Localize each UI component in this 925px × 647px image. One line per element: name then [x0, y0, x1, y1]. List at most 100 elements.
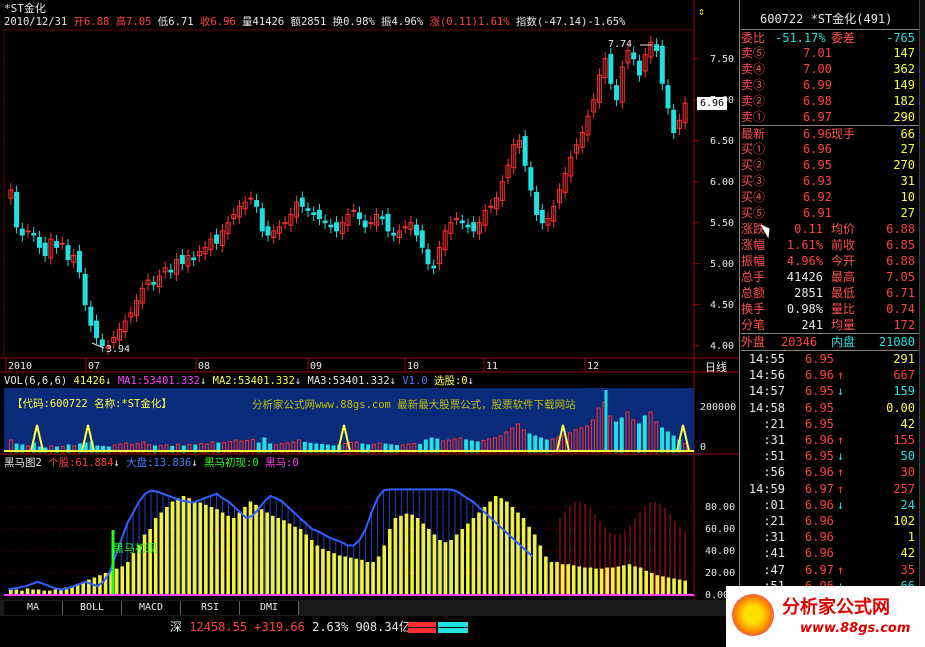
- stock-strength-bar: [348, 557, 353, 595]
- vol-ma3: MA3:53401.332: [307, 375, 390, 387]
- outer-label: 外盘: [741, 335, 766, 349]
- candle-body: [65, 245, 71, 261]
- inner-label: 内盘: [831, 335, 856, 349]
- ask-row[interactable]: 卖① 6.97 290: [741, 109, 919, 125]
- bid-row[interactable]: 买③ 6.93 31: [741, 173, 919, 189]
- candle-body: [459, 220, 465, 224]
- tick-row[interactable]: :31 6.96 1: [741, 529, 919, 545]
- tab-ma[interactable]: MA: [4, 601, 63, 615]
- stock-strength-bar: [466, 523, 470, 595]
- vol-ma1: MA1:53401.332: [117, 375, 200, 387]
- tick-time: :21: [763, 514, 785, 528]
- stock-strength-bar: [332, 553, 336, 595]
- stock-strength-bar: [549, 562, 554, 595]
- stock-strength-bar: [583, 567, 587, 595]
- stat-row[interactable]: 涨幅 1.61% 前收 6.85: [741, 237, 919, 253]
- candle-body: [431, 265, 437, 269]
- price-axis-label: 5.00: [710, 258, 735, 270]
- tick-row[interactable]: :31 6.96 ↑ 155: [741, 432, 919, 448]
- pin-icon[interactable]: ⇕: [698, 6, 710, 18]
- tick-row[interactable]: :41 6.96 42: [741, 545, 919, 561]
- tick-row[interactable]: :21 6.95 42: [741, 416, 919, 432]
- candle-body: [168, 269, 174, 273]
- bid-label: 买③: [741, 174, 766, 188]
- vol-axis-zero: 0: [700, 442, 707, 453]
- chart-canvas[interactable]: [0, 0, 740, 600]
- stock-strength-bar: [443, 542, 448, 595]
- stock-strength-bar: [376, 556, 381, 595]
- stat-row[interactable]: 总额 2851 最低 6.71: [741, 285, 919, 301]
- tick-price: 6.96: [805, 497, 834, 512]
- bid-price: 6.95: [803, 158, 832, 172]
- stock-strength-bar: [159, 512, 164, 595]
- candle-body: [259, 208, 265, 232]
- volume-bar: [613, 421, 618, 453]
- candle-body: [31, 232, 37, 236]
- stock-strength-bar: [309, 540, 314, 595]
- quote-scrollbar[interactable]: [919, 0, 925, 647]
- ask-row[interactable]: 卖② 6.98 182: [741, 93, 919, 109]
- ask-row[interactable]: 卖③ 6.99 149: [741, 77, 919, 93]
- stock-strength-bar: [287, 523, 292, 595]
- tab-boll[interactable]: BOLL: [63, 601, 122, 615]
- stock-strength-bar: [293, 526, 297, 595]
- stock-strength-bar: [153, 518, 158, 595]
- vol-xuangu: 选股:0: [433, 375, 468, 387]
- stock-strength-bar: [571, 565, 576, 595]
- stock-strength-bar: [321, 548, 325, 595]
- bid-row[interactable]: 买① 6.96 27: [741, 141, 919, 157]
- candle-body: [42, 242, 48, 256]
- candle-body: [665, 85, 671, 109]
- tick-row[interactable]: 14:56 6.96 ↑ 667: [741, 367, 919, 383]
- now-vol-value: 66: [900, 127, 915, 141]
- volume-bar: [665, 431, 670, 453]
- tick-row[interactable]: :51 6.95 ↓ 50: [741, 448, 919, 464]
- last-value: 6.96: [803, 127, 832, 141]
- bid-row[interactable]: 买④ 6.92 10: [741, 189, 919, 205]
- period-label[interactable]: 日线: [705, 361, 727, 374]
- tick-time: :31: [763, 433, 785, 447]
- stat-value: 6.71: [886, 286, 915, 300]
- stat-row[interactable]: 换手 0.98% 量比 0.74: [741, 301, 919, 317]
- stat-row[interactable]: 分笔 241 均量 172: [741, 317, 919, 333]
- candle-body: [471, 222, 477, 232]
- tick-time: :41: [763, 546, 785, 561]
- tick-row[interactable]: 14:57 6.95 ↓ 159: [741, 383, 919, 399]
- tab-dmi[interactable]: DMI: [240, 601, 299, 615]
- tick-row[interactable]: :56 6.96 ↑ 30: [741, 464, 919, 480]
- tick-row[interactable]: :47 6.97 ↑ 35: [741, 562, 919, 578]
- tick-direction-icon: ↑: [837, 481, 845, 496]
- stock-strength-bar: [672, 578, 676, 595]
- stat-row[interactable]: 振幅 4.96% 今开 6.88: [741, 253, 919, 269]
- tick-row[interactable]: 14:59 6.97 ↑ 257: [741, 481, 919, 497]
- bid-price: 6.91: [803, 206, 832, 220]
- ask-row[interactable]: 卖④ 7.00 362: [741, 61, 919, 77]
- candle-body: [391, 232, 397, 236]
- tick-row[interactable]: 14:58 6.95 0.00: [741, 400, 919, 416]
- ask-price: 6.99: [803, 78, 832, 92]
- stock-strength-bar: [605, 567, 609, 595]
- stock-strength-bar: [527, 526, 531, 595]
- candle-body: [254, 200, 260, 207]
- tab-macd[interactable]: MACD: [122, 601, 181, 615]
- tick-row[interactable]: :21 6.96 102: [741, 513, 919, 529]
- ask-row[interactable]: 卖⑤ 7.01 147: [741, 45, 919, 61]
- stock-strength-bar: [449, 540, 453, 595]
- bid-price: 6.93: [803, 174, 832, 188]
- tick-price: 6.96: [805, 530, 834, 545]
- tick-volume: 24: [900, 497, 915, 512]
- tick-row[interactable]: :01 6.96 ↓ 24: [741, 497, 919, 513]
- stat-label: 量比: [831, 302, 856, 316]
- tab-rsi[interactable]: RSI: [181, 601, 240, 615]
- tick-row[interactable]: 14:55 6.95 291: [741, 351, 919, 367]
- stock-strength-bar: [415, 518, 420, 595]
- ask-price: 7.01: [803, 46, 832, 60]
- tick-direction-icon: ↑: [837, 368, 845, 383]
- horse-axis-label: 80.00: [705, 502, 736, 513]
- logo-url: www.88gs.com: [800, 621, 911, 636]
- stat-row[interactable]: 总手 41426 最高 7.05: [741, 269, 919, 285]
- bid-row[interactable]: 买⑤ 6.91 27: [741, 205, 919, 221]
- bid-row[interactable]: 买② 6.95 270: [741, 157, 919, 173]
- stock-strength-bar: [566, 564, 570, 595]
- candle-body: [659, 45, 665, 84]
